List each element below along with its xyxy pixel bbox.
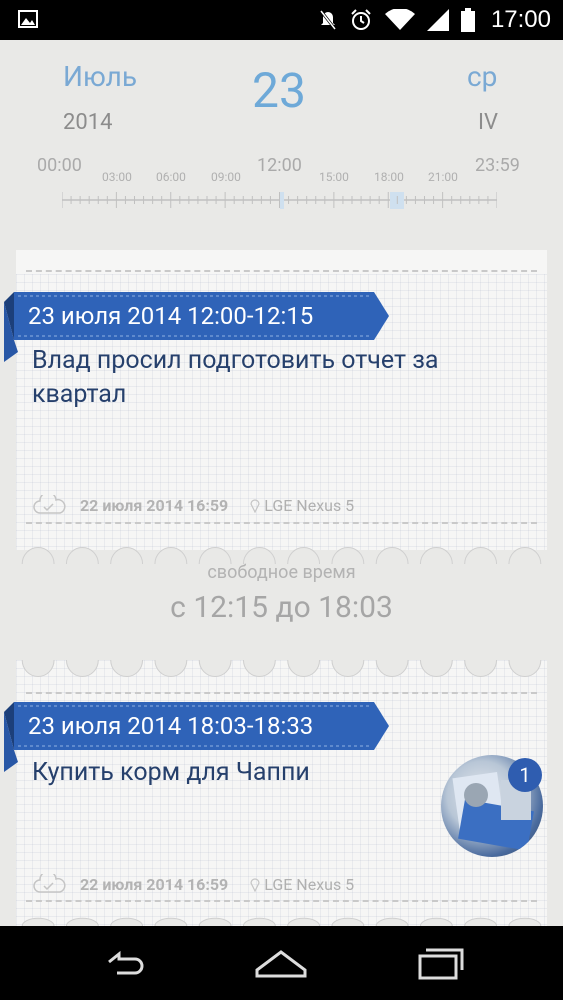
event-time-ribbon: 23 июля 2014 12:00-12:15 (4, 292, 404, 362)
cloud-synced-icon (33, 495, 66, 514)
wifi-icon (384, 9, 415, 30)
scallop (419, 917, 453, 926)
battery-icon (460, 8, 475, 32)
location-pin-icon (250, 499, 260, 513)
scallop (21, 917, 55, 926)
scallop (287, 660, 321, 677)
perforation-line (26, 900, 537, 902)
device-info: LGE Nexus 5 (250, 496, 354, 515)
scallop (65, 660, 99, 677)
card-edge-bottom (21, 547, 542, 564)
scallop (331, 917, 365, 926)
timeline-end-label: 23:59 (475, 155, 520, 176)
device-name: LGE Nexus 5 (264, 495, 355, 515)
scallop (464, 660, 498, 677)
perforation-line (26, 270, 537, 272)
timeline-mid-label: 12:00 (257, 155, 302, 176)
signal-icon (426, 9, 449, 31)
scallop (198, 917, 232, 926)
year-label[interactable]: 2014 (63, 110, 112, 135)
navigation-bar (0, 926, 563, 1000)
back-icon[interactable] (95, 942, 155, 982)
timeline-tick-label: 03:00 (102, 170, 132, 184)
perforation-line (26, 692, 537, 694)
event-time-ribbon: 23 июля 2014 18:03-18:33 (4, 702, 404, 772)
timeline-event-marker (280, 192, 284, 209)
event-time-range: 23 июля 2014 12:00-12:15 (28, 302, 314, 330)
timeline-start-label: 00:00 (37, 155, 82, 176)
scallop (242, 917, 276, 926)
attachment-count-badge: 1 (508, 758, 542, 792)
scallop (21, 660, 55, 677)
scallop (154, 660, 188, 677)
home-icon[interactable] (251, 942, 311, 982)
scallop (331, 660, 365, 677)
scallop (375, 917, 409, 926)
mute-icon (319, 10, 337, 30)
sync-date: 22 июля 2014 16:59 (80, 874, 229, 894)
scallop (65, 917, 99, 926)
month-label[interactable]: Июль (63, 60, 137, 93)
timeline-tick-label: 21:00 (428, 170, 458, 184)
event-meta: 22 июля 2014 16:59 LGE Nexus 5 (32, 873, 354, 895)
device-name: LGE Nexus 5 (264, 874, 355, 894)
scallop (464, 917, 498, 926)
week-number[interactable]: IV (478, 110, 498, 135)
scallop (287, 917, 321, 926)
scallop (508, 660, 542, 677)
event-time-range: 23 июля 2014 18:03-18:33 (28, 712, 314, 740)
device-info: LGE Nexus 5 (250, 875, 354, 894)
location-pin-icon (250, 878, 260, 892)
timeline-tick-label: 09:00 (211, 170, 241, 184)
card-edge-top (21, 660, 542, 677)
scallop (154, 917, 188, 926)
event-card[interactable]: 23 июля 2014 12:00-12:15 Влад просил под… (4, 250, 547, 564)
card-edge-bottom (21, 917, 542, 926)
free-time-range[interactable]: с 12:15 до 18:03 (0, 590, 563, 625)
sync-date: 22 июля 2014 16:59 (80, 495, 229, 515)
timeline-tick-label: 15:00 (319, 170, 349, 184)
status-bar: 17:00 (0, 0, 563, 40)
scallop (508, 917, 542, 926)
timeline-scale[interactable] (62, 190, 497, 210)
perforation-line (26, 522, 537, 524)
scallop (198, 660, 232, 677)
recents-icon[interactable] (410, 942, 470, 982)
event-meta: 22 июля 2014 16:59 LGE Nexus 5 (32, 494, 354, 516)
cloud-synced-icon (33, 874, 66, 893)
image-icon (18, 10, 38, 28)
scallop (110, 660, 144, 677)
weekday-label[interactable]: ср (467, 60, 497, 93)
day-number[interactable]: 23 (252, 62, 306, 119)
alarm-icon (351, 9, 371, 30)
timeline-tick-label: 06:00 (156, 170, 186, 184)
scallop (110, 917, 144, 926)
scallop (419, 660, 453, 677)
event-title[interactable]: Купить корм для Чаппи (32, 756, 432, 790)
timeline-tick-label: 18:00 (374, 170, 404, 184)
clock-time: 17:00 (490, 6, 551, 33)
scallop (242, 660, 276, 677)
free-time-label: свободное время (207, 562, 356, 583)
event-title[interactable]: Влад просил подготовить отчет за квартал (32, 344, 512, 412)
scallop (375, 660, 409, 677)
